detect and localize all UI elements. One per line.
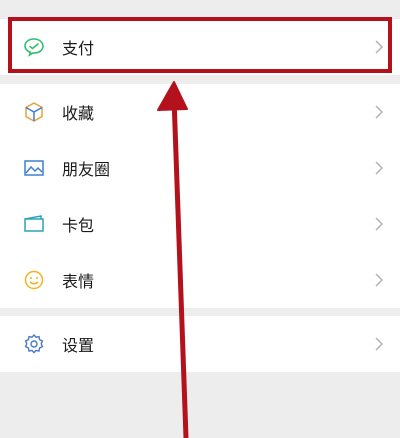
annotation-arrow [157, 81, 189, 438]
